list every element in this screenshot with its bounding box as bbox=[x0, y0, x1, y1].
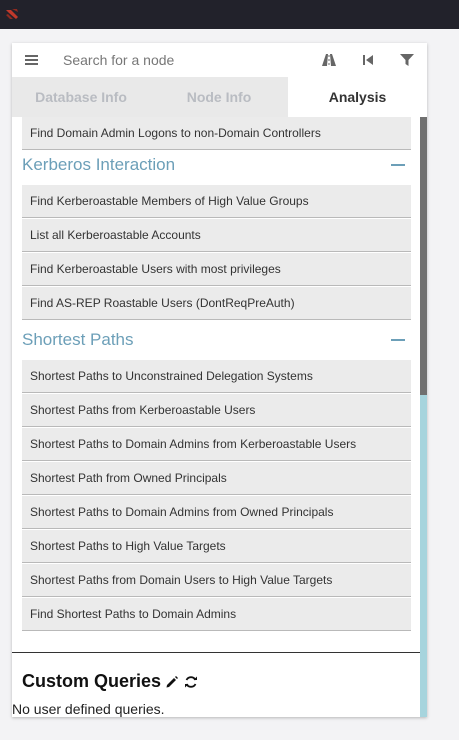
refresh-icon[interactable] bbox=[184, 675, 198, 689]
scrollbar-thumb[interactable] bbox=[420, 117, 427, 395]
pencil-icon[interactable] bbox=[165, 675, 179, 689]
road-icon[interactable] bbox=[321, 52, 337, 68]
section-divider bbox=[12, 652, 420, 653]
query-item[interactable]: Find Kerberoastable Users with most priv… bbox=[22, 253, 411, 286]
tab-bar: Database Info Node Info Analysis bbox=[12, 77, 427, 117]
scrollbar[interactable] bbox=[420, 117, 427, 717]
tab-node-info[interactable]: Node Info bbox=[150, 77, 288, 117]
query-item[interactable]: List all Kerberoastable Accounts bbox=[22, 219, 411, 252]
section-title-kerberos: Kerberos Interaction bbox=[22, 155, 176, 174]
section-title-shortest-paths: Shortest Paths bbox=[22, 330, 134, 349]
search-input[interactable] bbox=[63, 50, 288, 70]
query-item[interactable]: Find AS-REP Roastable Users (DontReqPreA… bbox=[22, 287, 411, 320]
query-item[interactable]: Shortest Paths to Unconstrained Delegati… bbox=[22, 360, 411, 393]
query-item[interactable]: Shortest Paths to High Value Targets bbox=[22, 530, 411, 563]
query-item[interactable]: Shortest Path from Owned Principals bbox=[22, 462, 411, 495]
custom-queries-empty: No user defined queries. bbox=[12, 701, 165, 717]
logo-icon bbox=[6, 9, 18, 19]
query-item[interactable]: Find Shortest Paths to Domain Admins bbox=[22, 598, 411, 631]
query-item[interactable]: Find Domain Admin Logons to non-Domain C… bbox=[22, 117, 411, 150]
query-item[interactable]: Shortest Paths to Domain Admins from Ker… bbox=[22, 428, 411, 461]
custom-queries-title: Custom Queries bbox=[22, 671, 162, 691]
top-bar bbox=[0, 0, 459, 29]
search-panel: Database Info Node Info Analysis Find Do… bbox=[12, 43, 427, 717]
query-item[interactable]: Shortest Paths from Domain Users to High… bbox=[22, 564, 411, 597]
step-back-icon[interactable] bbox=[360, 52, 376, 68]
collapse-kerberos-icon[interactable] bbox=[391, 164, 405, 166]
query-item[interactable]: Shortest Paths to Domain Admins from Own… bbox=[22, 496, 411, 529]
search-row bbox=[12, 43, 427, 77]
filter-icon[interactable] bbox=[399, 52, 415, 68]
analysis-content: Find Domain Admin Logons to non-Domain C… bbox=[12, 117, 422, 717]
query-item[interactable]: Find Kerberoastable Members of High Valu… bbox=[22, 185, 411, 218]
menu-icon[interactable] bbox=[25, 53, 38, 67]
collapse-shortest-paths-icon[interactable] bbox=[391, 339, 405, 341]
tab-database-info[interactable]: Database Info bbox=[12, 77, 150, 117]
query-item[interactable]: Shortest Paths from Kerberoastable Users bbox=[22, 394, 411, 427]
tab-analysis[interactable]: Analysis bbox=[288, 77, 427, 117]
